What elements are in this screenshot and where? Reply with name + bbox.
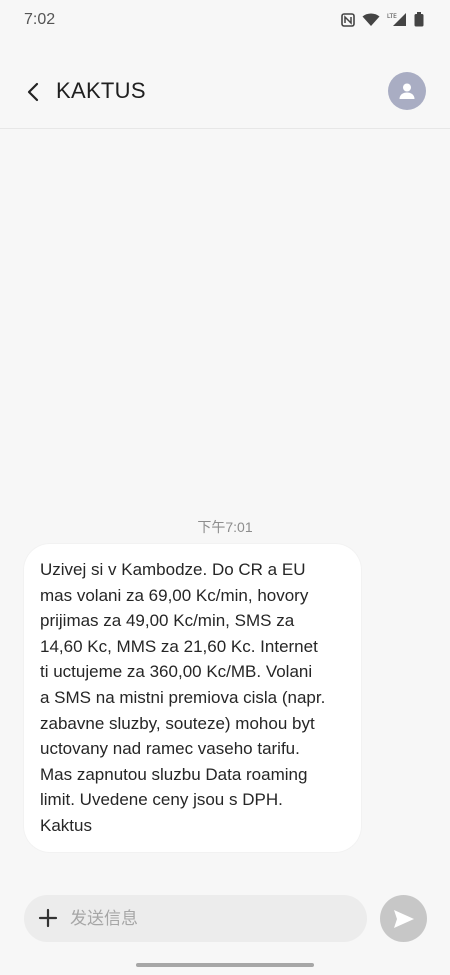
message-line: Kaktus: [40, 815, 92, 835]
lte-signal-icon: LTE: [387, 12, 407, 27]
message-line: limit. Uvedene ceny jsou s DPH.: [40, 790, 283, 810]
add-attachment-button[interactable]: [34, 904, 62, 932]
message-line: uctovany nad ramec vaseho tarifu.: [40, 739, 300, 759]
battery-icon: [414, 12, 424, 27]
home-indicator[interactable]: [136, 963, 314, 967]
send-icon: [393, 909, 414, 928]
status-time: 7:02: [24, 11, 56, 28]
status-icons: LTE: [341, 12, 424, 27]
message-bubble[interactable]: Uzivej si v Kambodze. Do CR a EU mas vol…: [24, 544, 361, 852]
message-line: Mas zapnutou sluzbu Data roaming: [40, 764, 308, 784]
message-line: zabavne sluzby, souteze) mohou byt: [40, 713, 315, 733]
lte-label: LTE: [387, 13, 397, 20]
plus-icon: [38, 908, 58, 928]
person-icon: [399, 83, 415, 99]
contact-title: KAKTUS: [56, 78, 146, 103]
message-line: 14,60 Kc, MMS za 21,60 Kc. Internet: [40, 636, 318, 656]
message-line: mas volani za 69,00 Kc/min, hovory: [40, 585, 309, 605]
message-line: ti uctujeme za 360,00 Kc/MB. Volani: [40, 662, 313, 682]
conversation-header: KAKTUS: [0, 58, 450, 128]
wifi-icon: [362, 13, 380, 27]
nfc-icon: [341, 12, 355, 27]
message-line: Uzivej si v Kambodze. Do CR a EU: [40, 560, 306, 579]
status-bar: 7:02 LTE: [0, 0, 450, 42]
header-divider: [0, 128, 450, 129]
chevron-left-icon: [27, 82, 39, 102]
contact-avatar-button[interactable]: [388, 72, 426, 110]
back-button[interactable]: [18, 74, 48, 110]
message-input[interactable]: [70, 895, 350, 942]
message-composer: [24, 895, 367, 942]
message-timestamp: 下午7:01: [197, 519, 253, 535]
send-button[interactable]: [380, 895, 427, 942]
message-line: a SMS na mistni premiova cisla (napr.: [40, 687, 326, 707]
message-line: prijimas za 49,00 Kc/min, SMS za: [40, 611, 295, 631]
